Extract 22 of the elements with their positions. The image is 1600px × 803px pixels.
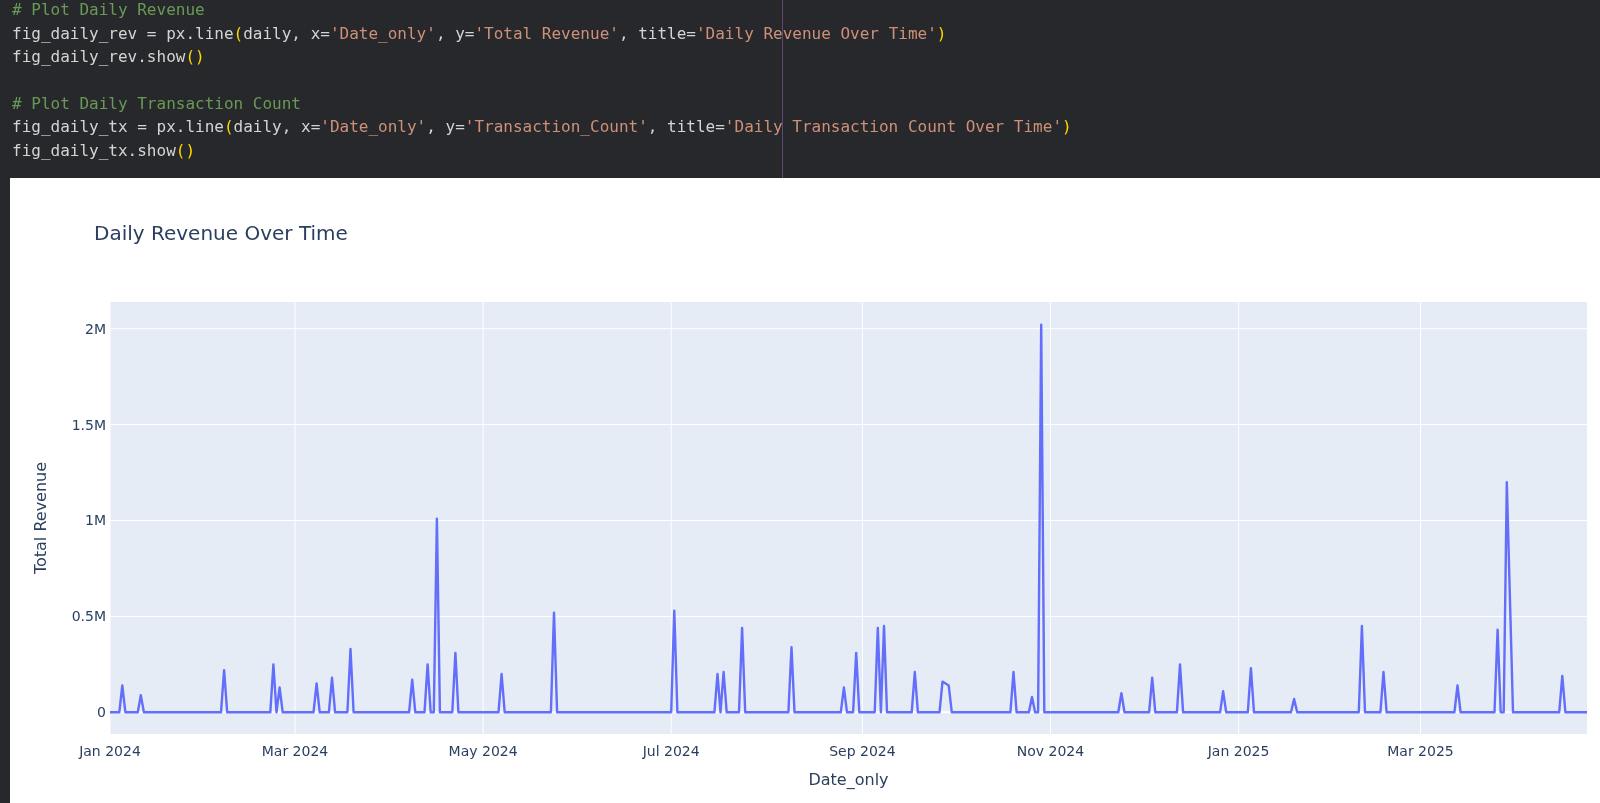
y-axis-title: Total Revenue xyxy=(31,461,50,575)
y-tick-label: 0 xyxy=(97,704,106,721)
x-tick-label: Nov 2024 xyxy=(1016,743,1085,759)
x-tick-label: Jan 2025 xyxy=(1207,743,1270,759)
x-tick-label: Jan 2024 xyxy=(79,743,141,759)
x-axis-title: Date_only xyxy=(808,770,889,789)
x-tick-label: Jul 2024 xyxy=(642,743,700,759)
x-tick-label: Mar 2024 xyxy=(261,743,329,759)
chart-title: Daily Revenue Over Time xyxy=(94,221,348,245)
code-line: fig_daily_tx.show() xyxy=(12,139,196,162)
code-line: fig_daily_tx = px.line(daily, x='Date_only', y='Transaction_Count', title='Daily Transaction Count Over Time') xyxy=(12,116,1072,138)
x-tick-label: May 2024 xyxy=(448,743,518,759)
code-line: fig_daily_rev.show() xyxy=(12,46,205,68)
code-line: fig_daily_rev = px.line(daily, x='Date_only', y='Total Revenue', title='Daily Revenue Over Time') xyxy=(12,22,947,45)
code-line: # Plot Daily Transaction Count xyxy=(12,92,301,115)
x-tick-label: Mar 2025 xyxy=(1387,743,1454,759)
y-tick-label: 1.5M xyxy=(71,416,106,433)
y-tick-label: 0.5M xyxy=(71,608,106,625)
y-tick-label: 1M xyxy=(85,512,106,529)
x-tick-label: Sep 2024 xyxy=(829,743,896,759)
y-tick-label: 2M xyxy=(85,320,106,337)
code-line: # Plot Daily Revenue xyxy=(12,0,205,21)
